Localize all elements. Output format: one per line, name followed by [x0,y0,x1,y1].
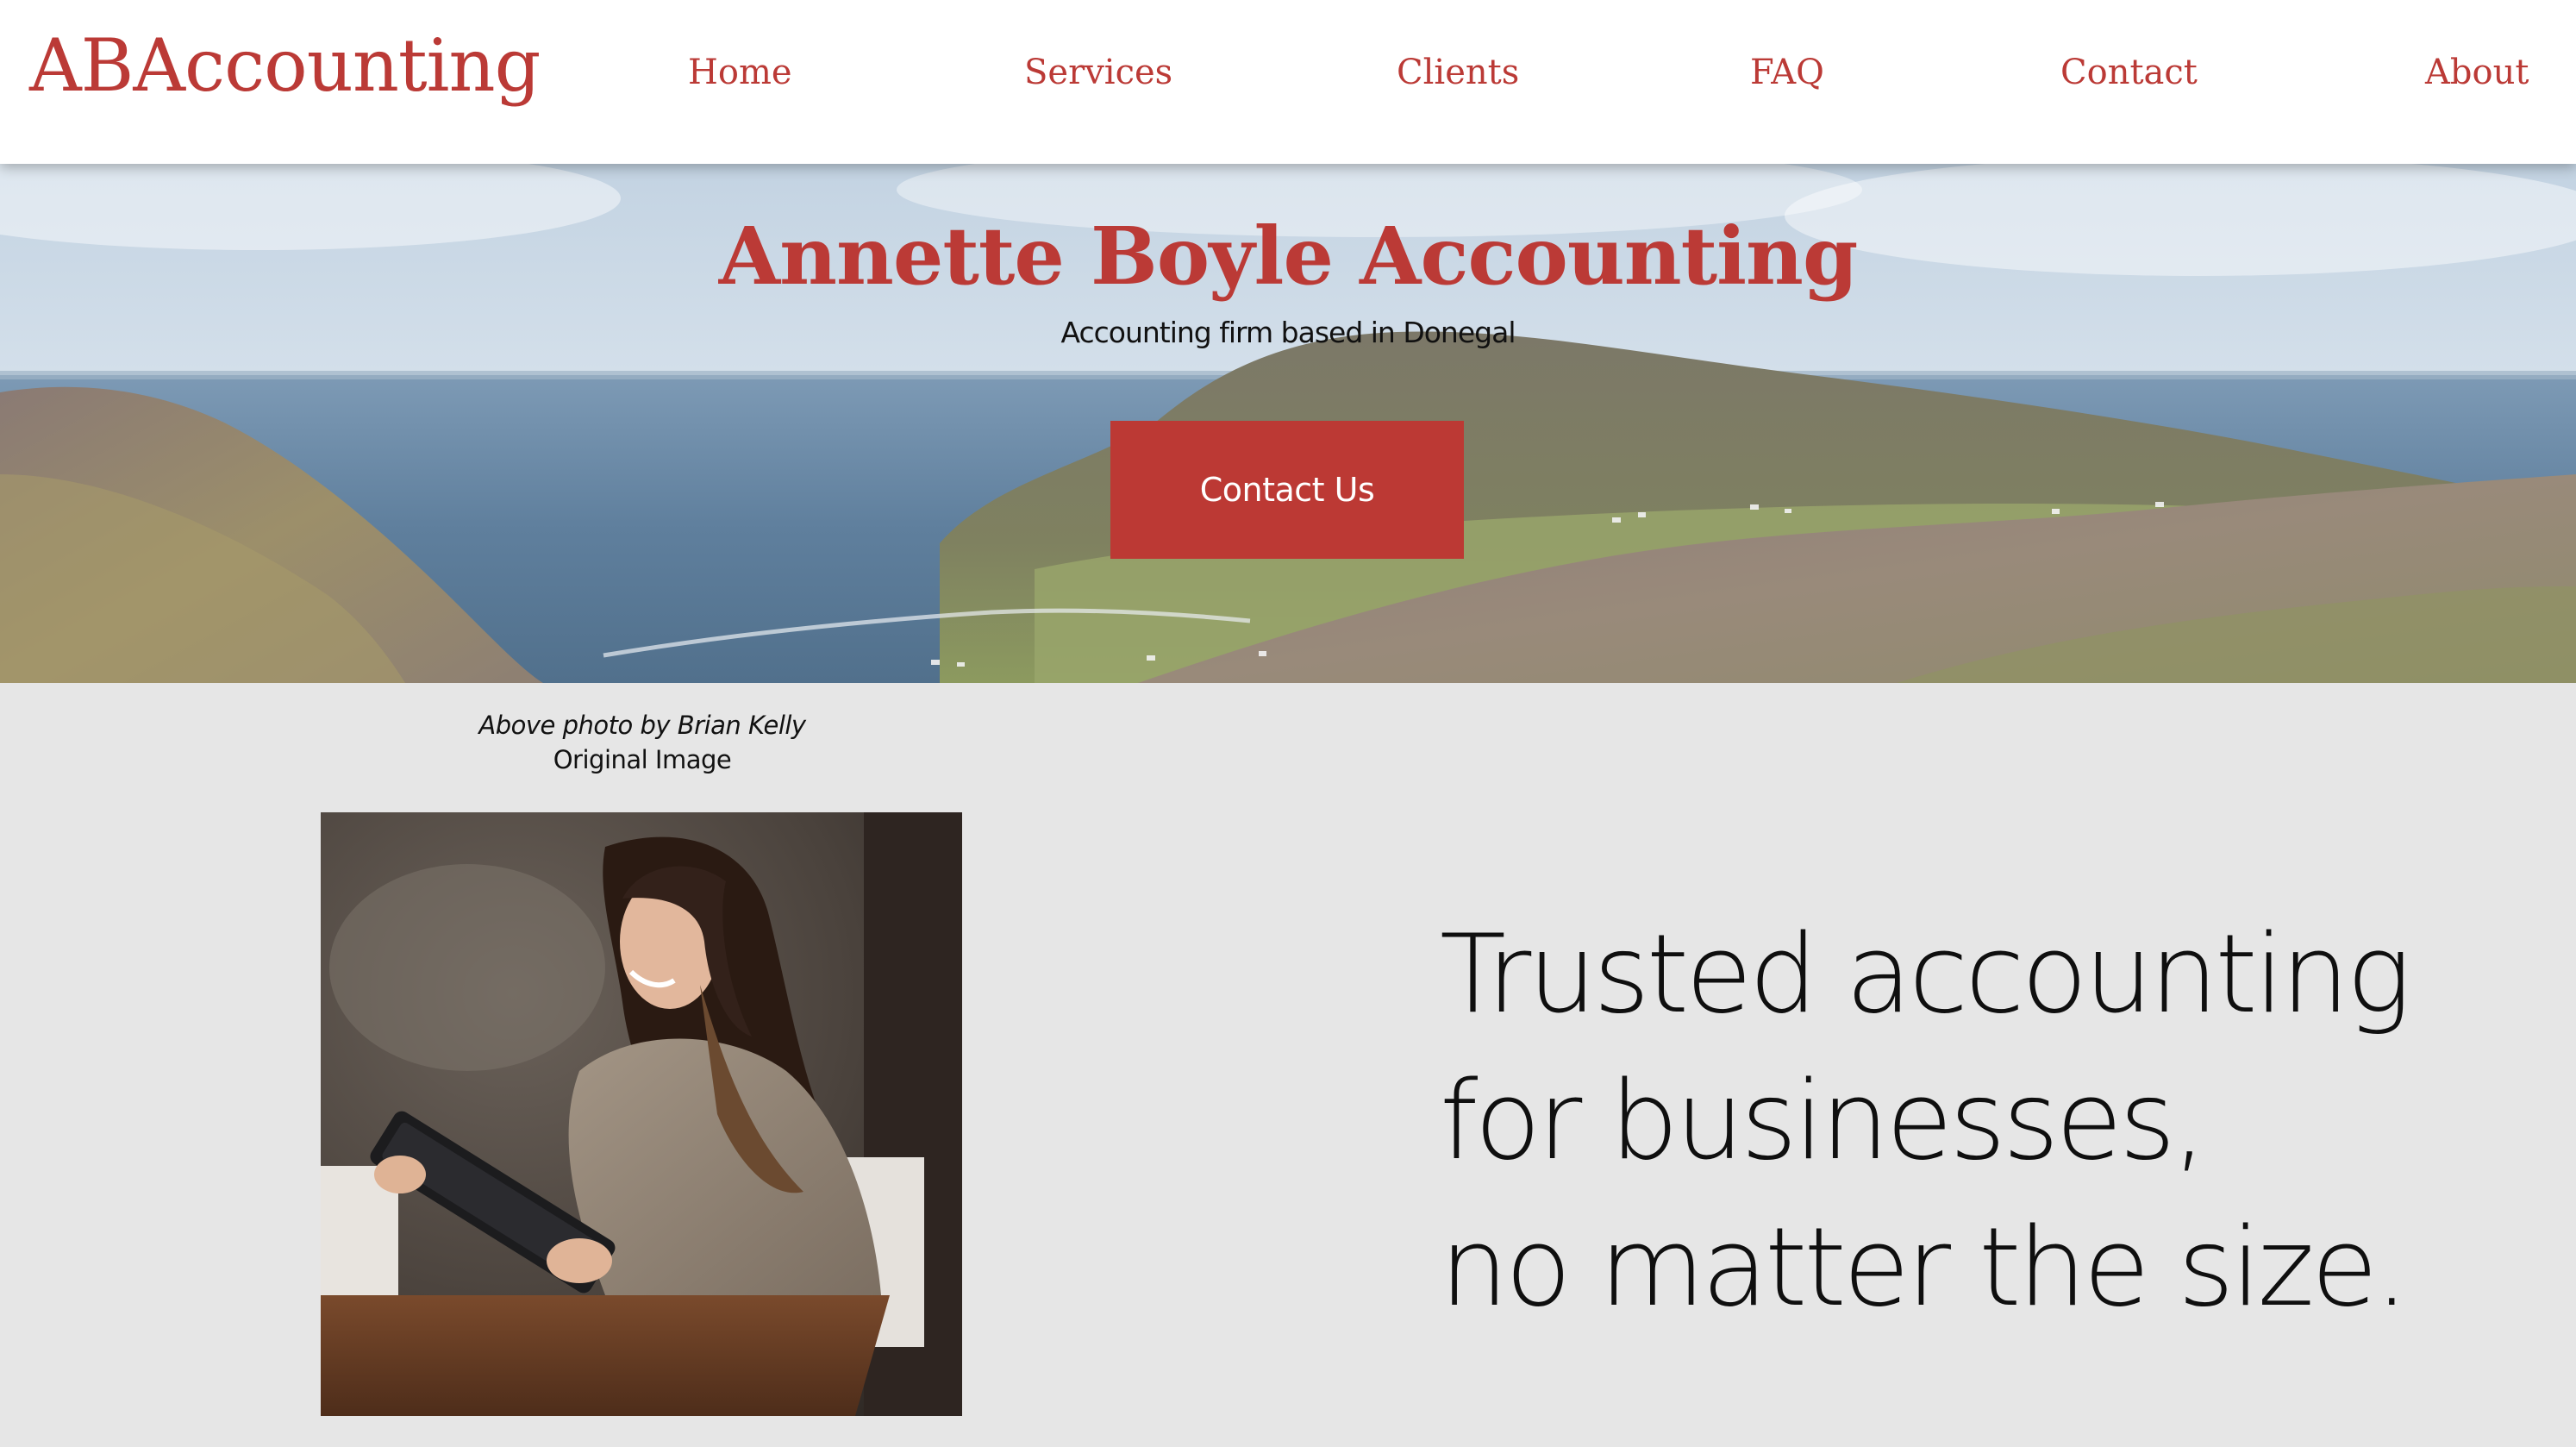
site-logo[interactable]: ABAccounting [29,26,541,106]
nav-clients[interactable]: Clients [1397,52,1519,93]
photo-credit: Above photo by Brian Kelly [478,711,806,740]
page: ABAccounting Home Services Clients FAQ C… [0,0,2576,1447]
nav-about[interactable]: About [2425,52,2529,93]
hero-title: Annette Boyle Accounting [718,210,1859,303]
site-header: ABAccounting Home Services Clients FAQ C… [0,0,2576,164]
nav-contact[interactable]: Contact [2060,52,2198,93]
tagline: Trusted accounting for businesses, no ma… [1440,901,2517,1341]
nav-services[interactable]: Services [1024,52,1172,93]
contact-us-button[interactable]: Contact Us [1110,421,1464,559]
woman-with-tablet-photo [321,812,962,1416]
nav-faq[interactable]: FAQ [1750,52,1824,93]
nav-home[interactable]: Home [688,52,792,93]
tagline-line: for businesses, [1440,1057,2207,1184]
hero-banner: Annette Boyle Accounting Accounting firm… [0,164,2576,683]
original-image-link[interactable]: Original Image [0,745,1285,775]
tagline-line: no matter the size. [1440,1204,2409,1331]
tagline-line: Trusted accounting [1440,911,2411,1037]
hero-subtitle: Accounting firm based in Donegal [1060,316,1516,349]
